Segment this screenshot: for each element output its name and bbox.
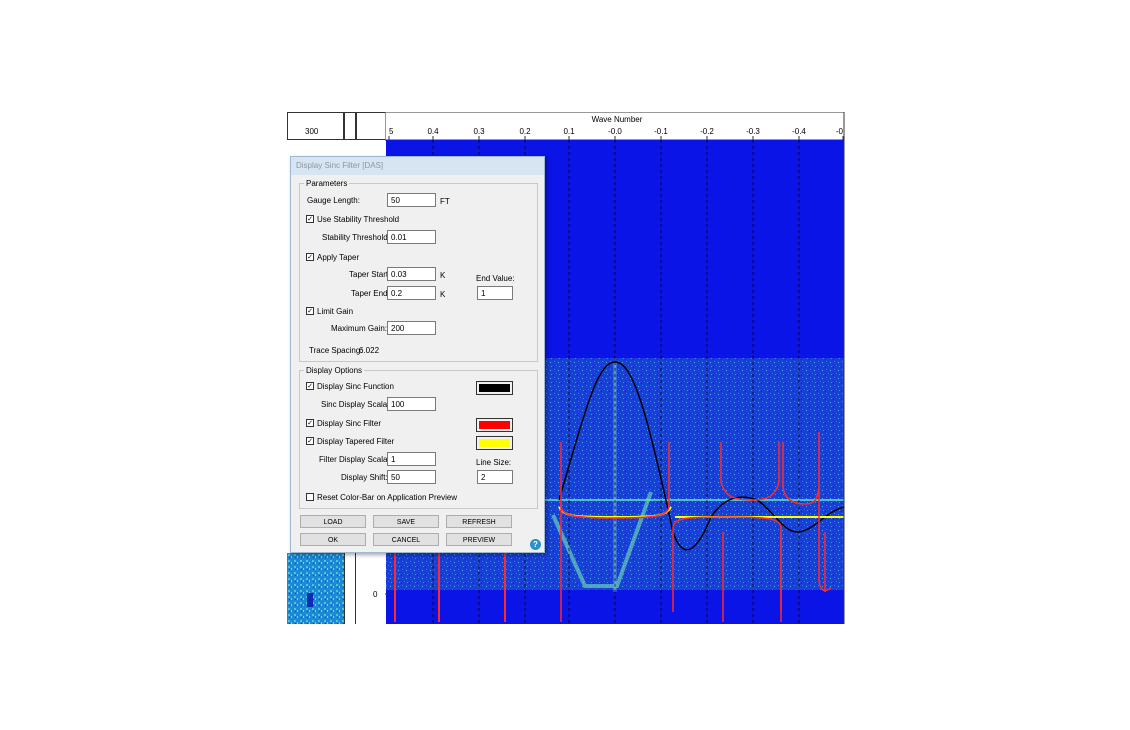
- reset-colorbar-label: Reset Color-Bar on Application Preview: [317, 493, 458, 502]
- trace-spacing-label: Trace Spacing:: [309, 346, 363, 355]
- display-sinc-function-label: Display Sinc Function: [317, 382, 394, 391]
- cancel-button[interactable]: CANCEL: [373, 533, 439, 546]
- end-value-label: End Value:: [476, 274, 515, 283]
- ok-button[interactable]: OK: [300, 533, 366, 546]
- left-axis-panel: 300: [287, 112, 344, 140]
- x-tick-label: 0.3: [473, 127, 485, 136]
- refresh-button[interactable]: REFRESH: [446, 515, 512, 528]
- save-button[interactable]: SAVE: [373, 515, 439, 528]
- use-stability-label: Use Stability Threshold: [317, 215, 400, 224]
- filter-scalar-label: Filter Display Scalar:: [319, 455, 393, 464]
- help-icon[interactable]: ?: [530, 539, 541, 550]
- x-tick-label: 0.2: [519, 127, 531, 136]
- limit-gain-checkbox[interactable]: ✓: [306, 307, 314, 315]
- filter-scalar-input[interactable]: [387, 452, 436, 466]
- gauge-length-input[interactable]: [387, 193, 436, 207]
- limit-gain-label: Limit Gain: [317, 307, 354, 316]
- corner-box: [356, 112, 386, 140]
- taper-start-unit: K: [440, 271, 446, 280]
- display-tapered-filter-checkbox[interactable]: ✓: [306, 437, 314, 445]
- load-button[interactable]: LOAD: [300, 515, 366, 528]
- x-tick-label: -0.1: [654, 127, 668, 136]
- display-sinc-function-checkbox[interactable]: ✓: [306, 382, 314, 390]
- spectrum-bottom-band: [386, 590, 844, 624]
- end-value-input[interactable]: [477, 286, 513, 300]
- taper-end-unit: K: [440, 290, 446, 299]
- left-strip-noise: [287, 553, 344, 624]
- taper-start-label: Taper Start:: [349, 270, 391, 279]
- display-shift-input[interactable]: [387, 470, 436, 484]
- sinc-scalar-input[interactable]: [387, 397, 436, 411]
- left-axis-spacer: [344, 112, 356, 140]
- use-stability-checkbox[interactable]: ✓: [306, 215, 314, 223]
- x-axis-title: Wave Number: [592, 115, 643, 124]
- stability-threshold-input[interactable]: [387, 230, 436, 244]
- gauge-length-label: Gauge Length:: [307, 196, 360, 205]
- stability-threshold-label: Stability Threshold:: [322, 233, 390, 242]
- display-sinc-filter-checkbox[interactable]: ✓: [306, 419, 314, 427]
- taper-end-input[interactable]: [387, 286, 436, 300]
- x-tick-label: 0.1: [563, 127, 575, 136]
- line-size-input[interactable]: [477, 470, 513, 484]
- x-tick-label: -0.3: [746, 127, 760, 136]
- y-axis-panel: 0: [356, 553, 386, 624]
- apply-taper-label: Apply Taper: [317, 253, 360, 262]
- gauge-length-unit: FT: [440, 197, 450, 206]
- taper-start-input[interactable]: [387, 267, 436, 281]
- dialog-title: Display Sinc Filter [DAS]: [296, 161, 384, 170]
- x-tick-label: -0.2: [700, 127, 714, 136]
- dialog-titlebar[interactable]: Display Sinc Filter [DAS]: [291, 157, 544, 175]
- line-size-label: Line Size:: [476, 458, 512, 467]
- taper-end-label: Taper End:: [351, 289, 390, 298]
- display-sinc-filter-label: Display Sinc Filter: [317, 419, 382, 428]
- max-gain-label: Maximum Gain:: [331, 324, 388, 333]
- tapered-filter-color-button[interactable]: [476, 436, 513, 450]
- sinc-scalar-label: Sinc Display Scalar:: [321, 400, 393, 409]
- x-tick-label: -0.4: [792, 127, 806, 136]
- reset-colorbar-checkbox[interactable]: [306, 493, 314, 501]
- left-strip-divider: [344, 553, 356, 624]
- y-axis-tick: 0: [373, 590, 378, 599]
- x-tick-label: 5: [389, 127, 394, 136]
- apply-taper-checkbox[interactable]: ✓: [306, 253, 314, 261]
- preview-button[interactable]: PREVIEW: [446, 533, 512, 546]
- left-spectrum-strip: [287, 553, 344, 624]
- max-gain-input[interactable]: [387, 321, 436, 335]
- left-axis-tick: 300: [305, 127, 319, 136]
- x-tick-label: -0: [836, 127, 844, 136]
- sinc-filter-color-button[interactable]: [476, 418, 513, 432]
- x-tick-label: 0.4: [427, 127, 439, 136]
- trace-spacing-value: 6.022: [359, 346, 380, 355]
- display-tapered-filter-label: Display Tapered Filter: [317, 437, 395, 446]
- parameters-legend: Parameters: [306, 179, 348, 188]
- sinc-filter-dialog: Display Sinc Filter [DAS] Parameters Gau…: [290, 156, 545, 553]
- display-options-legend: Display Options: [306, 366, 363, 375]
- sinc-function-color-button[interactable]: [476, 381, 513, 395]
- x-tick-label: -0.0: [608, 127, 622, 136]
- display-shift-label: Display Shift:: [341, 473, 388, 482]
